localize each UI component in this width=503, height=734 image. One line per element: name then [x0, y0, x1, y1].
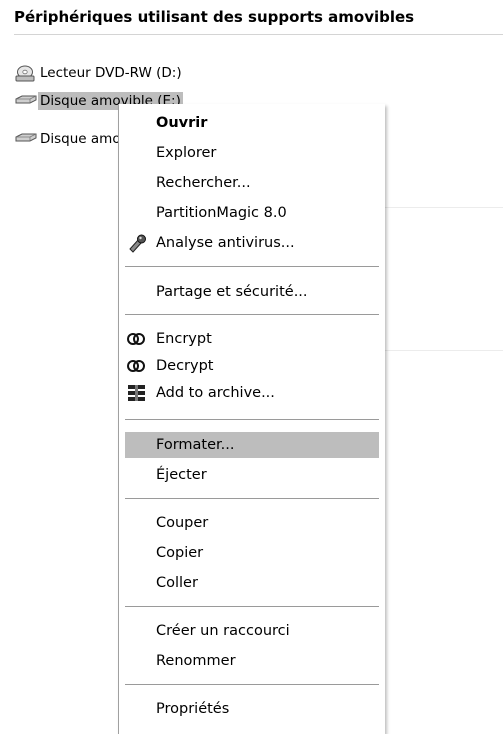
menu-item-label: Propriétés — [156, 701, 230, 717]
menu-item-creer-raccourci[interactable]: Créer un raccourci — [125, 618, 379, 644]
menu-item-label: Add to archive... — [156, 385, 275, 401]
dvd-drive-icon — [14, 63, 38, 83]
menu-item-explorer[interactable]: Explorer — [125, 140, 379, 166]
menu-item-coller[interactable]: Coller — [125, 570, 379, 596]
menu-item-encrypt[interactable]: Encrypt — [125, 326, 379, 352]
drive-dvd-d[interactable]: Lecteur DVD-RW (D:) — [14, 63, 184, 83]
menu-item-label: PartitionMagic 8.0 — [156, 205, 287, 221]
menu-separator — [125, 498, 379, 499]
menu-item-label: Créer un raccourci — [156, 623, 290, 639]
menu-item-label: Ouvrir — [156, 115, 208, 131]
menu-item-formater[interactable]: Formater... — [125, 432, 379, 458]
context-menu: Ouvrir Explorer Rechercher... PartitionM… — [118, 104, 385, 734]
archive-icon — [125, 380, 156, 406]
menu-item-ouvrir[interactable]: Ouvrir — [125, 110, 379, 136]
menu-item-partitionmagic[interactable]: PartitionMagic 8.0 — [125, 200, 379, 226]
menu-separator — [125, 606, 379, 607]
menu-separator — [125, 314, 379, 315]
background-divider — [384, 350, 503, 351]
menu-item-label: Formater... — [156, 437, 235, 453]
menu-item-add-to-archive[interactable]: Add to archive... — [125, 380, 379, 406]
drive-label: Lecteur DVD-RW (D:) — [40, 65, 182, 81]
menu-item-rechercher[interactable]: Rechercher... — [125, 170, 379, 196]
menu-item-label: Analyse antivirus... — [156, 235, 295, 251]
menu-item-label: Éjecter — [156, 467, 207, 483]
menu-item-renommer[interactable]: Renommer — [125, 648, 379, 674]
antivirus-icon — [125, 230, 156, 256]
menu-item-copier[interactable]: Copier — [125, 540, 379, 566]
menu-item-analyse-antivirus[interactable]: Analyse antivirus... — [125, 230, 379, 256]
encrypt-icon — [125, 326, 156, 352]
menu-separator — [125, 266, 379, 267]
title-divider — [14, 34, 503, 35]
menu-separator — [125, 684, 379, 685]
menu-item-label: Decrypt — [156, 358, 214, 374]
menu-item-partage-securite[interactable]: Partage et sécurité... — [125, 279, 379, 305]
menu-item-label: Rechercher... — [156, 175, 251, 191]
menu-item-label: Partage et sécurité... — [156, 284, 308, 300]
menu-item-proprietes[interactable]: Propriétés — [125, 696, 379, 722]
menu-item-couper[interactable]: Couper — [125, 510, 379, 536]
removable-disk-icon — [14, 91, 38, 111]
menu-item-label: Copier — [156, 545, 204, 561]
menu-item-decrypt[interactable]: Decrypt — [125, 353, 379, 379]
menu-item-label: Couper — [156, 515, 209, 531]
menu-item-label: Renommer — [156, 653, 236, 669]
menu-item-label: Coller — [156, 575, 198, 591]
removable-disk-icon — [14, 129, 38, 149]
menu-separator — [125, 419, 379, 420]
background-divider — [384, 207, 503, 208]
section-title: Périphériques utilisant des supports amo… — [14, 8, 415, 26]
menu-item-ejecter[interactable]: Éjecter — [125, 462, 379, 488]
menu-item-label: Encrypt — [156, 331, 212, 347]
decrypt-icon — [125, 353, 156, 379]
menu-item-label: Explorer — [156, 145, 217, 161]
